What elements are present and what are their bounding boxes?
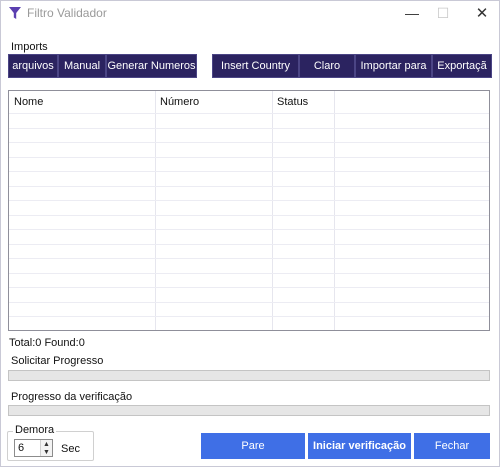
verify-progress-bar	[8, 405, 490, 416]
manual-button[interactable]: Manual	[58, 54, 106, 78]
stepper-down-icon[interactable]: ▼	[43, 449, 50, 456]
grid-row-line	[9, 214, 489, 216]
generar-numeros-button[interactable]: Generar Numeros	[106, 54, 197, 78]
importar-para-button[interactable]: Importar para	[355, 54, 432, 78]
grid-row-line	[9, 316, 489, 317]
grid-row-line	[9, 243, 489, 245]
grid-row-line	[9, 200, 489, 201]
grid-row-line	[9, 142, 489, 143]
imports-label: Imports	[11, 41, 48, 53]
maximize-button[interactable]: ☐	[428, 1, 458, 25]
grid-row-line	[9, 287, 489, 288]
grid-row-line	[9, 185, 489, 187]
grid-row-line	[9, 171, 489, 172]
window-title: Filtro Validador	[27, 6, 107, 20]
column-header-numero[interactable]: Número	[155, 91, 272, 113]
stepper-arrows: ▲ ▼	[40, 440, 52, 456]
grid-header: Nome Número Status	[9, 91, 489, 113]
delay-legend: Demora	[13, 424, 57, 436]
grid-row-line	[9, 113, 489, 114]
close-window-button[interactable]: ✕	[467, 1, 497, 25]
column-header-nome[interactable]: Nome	[9, 91, 155, 113]
verify-progress-label: Progresso da verificação	[11, 391, 133, 403]
grid-row-line	[9, 258, 489, 259]
delay-value[interactable]: 6	[18, 442, 24, 454]
grid-row-line	[9, 127, 489, 129]
stop-button[interactable]: Pare	[201, 433, 305, 459]
request-progress-label: Solicitar Progresso	[11, 355, 104, 367]
claro-button[interactable]: Claro	[299, 54, 355, 78]
grid-row-line	[9, 301, 489, 303]
delay-unit: Sec	[61, 443, 80, 455]
delay-stepper[interactable]: 6 ▲ ▼	[14, 439, 53, 457]
grid-row-line	[9, 272, 489, 274]
minimize-button[interactable]: —	[397, 1, 427, 25]
funnel-icon	[9, 7, 21, 19]
column-header-status[interactable]: Status	[272, 91, 334, 113]
grid-row-line	[9, 229, 489, 230]
results-grid[interactable]: Nome Número Status	[8, 90, 490, 331]
request-progress-bar	[8, 370, 490, 381]
title-bar: Filtro Validador — ☐ ✕	[1, 1, 499, 27]
insert-country-button[interactable]: Insert Country	[212, 54, 299, 78]
exportacao-button[interactable]: Exportaçã	[432, 54, 492, 78]
close-button[interactable]: Fechar	[414, 433, 490, 459]
grid-row-line	[9, 156, 489, 158]
app-window: Filtro Validador — ☐ ✕ Imports arquivos …	[0, 0, 500, 467]
stats-text: Total:0 Found:0	[9, 337, 85, 349]
stepper-up-icon[interactable]: ▲	[43, 441, 50, 448]
arquivos-button[interactable]: arquivos	[8, 54, 58, 78]
start-verification-button[interactable]: Iniciar verificação	[308, 433, 411, 459]
